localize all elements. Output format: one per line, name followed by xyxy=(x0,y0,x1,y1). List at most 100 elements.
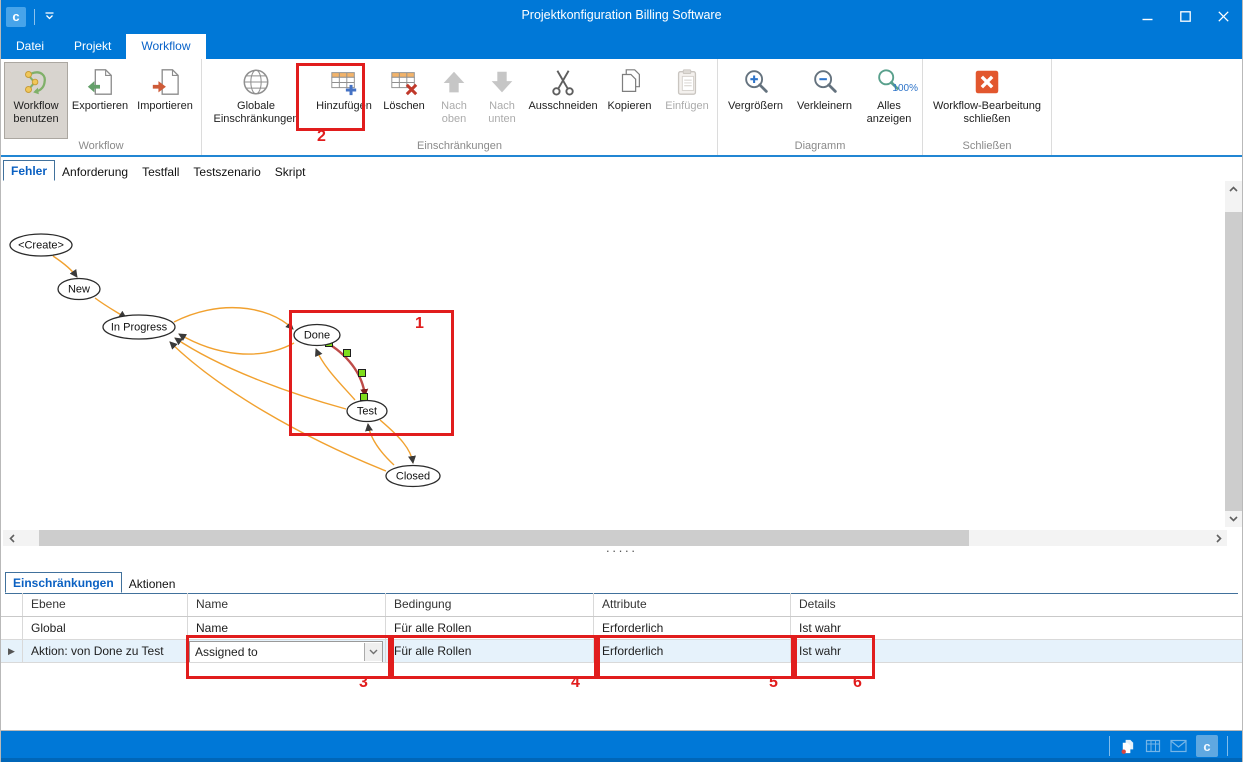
alles-anzeigen-button[interactable]: 100% Alles anzeigen xyxy=(859,62,919,139)
cell-bedingung[interactable]: Für alle Rollen xyxy=(386,617,594,639)
edge-handle[interactable] xyxy=(359,370,366,377)
button-label: Löschen xyxy=(383,100,425,113)
close-workflow-icon xyxy=(971,66,1003,98)
splitter-grip-icon: ····· xyxy=(606,543,638,558)
workflow-benutzen-button[interactable]: Workflow benutzen xyxy=(4,62,68,139)
vertical-scrollbar[interactable] xyxy=(1225,181,1242,527)
kopieren-button[interactable]: Kopieren xyxy=(599,62,660,139)
button-label: Kopieren xyxy=(607,100,651,113)
hinzufuegen-button[interactable]: Hinzufügen xyxy=(311,62,377,139)
add-constraint-icon xyxy=(328,66,360,98)
nach-unten-button[interactable]: Nach unten xyxy=(477,62,527,139)
ausschneiden-button[interactable]: Ausschneiden xyxy=(527,62,599,139)
ribbon-group-einschraenkungen: Globale Einschränkungen Hinzufügen Lösch… xyxy=(201,59,717,155)
delete-constraint-icon xyxy=(388,66,420,98)
move-up-icon xyxy=(438,66,470,98)
cell-bedingung[interactable]: Für alle Rollen xyxy=(386,640,594,662)
zoom-out-icon xyxy=(809,66,841,98)
quick-access-dropdown-icon[interactable] xyxy=(44,12,55,21)
cell-name[interactable]: Name xyxy=(188,617,386,639)
edge-handle[interactable] xyxy=(361,394,368,401)
nach-oben-button[interactable]: Nach oben xyxy=(431,62,477,139)
cell-attribute[interactable]: Erforderlich xyxy=(594,617,791,639)
ribbon-tab-row: Datei Projekt Workflow xyxy=(1,33,1242,59)
tab-workflow[interactable]: Workflow xyxy=(126,34,205,59)
tab-skript[interactable]: Skript xyxy=(268,162,313,181)
divider xyxy=(1227,736,1228,756)
button-label: Verkleinern xyxy=(797,100,852,113)
app-icon[interactable]: c xyxy=(6,7,26,27)
row-selector[interactable] xyxy=(1,617,23,639)
workflow-diagram-canvas[interactable]: <Create>NewIn ProgressDoneTestClosed xyxy=(3,181,1227,530)
mail-status-icon[interactable] xyxy=(1170,739,1187,753)
cell-attribute[interactable]: Erforderlich xyxy=(594,640,791,662)
button-label: Vergrößern xyxy=(728,100,783,113)
title-bar: c Projektkonfiguration Billing Software xyxy=(1,0,1242,33)
column-header-details[interactable]: Details xyxy=(791,593,1242,616)
loeschen-button[interactable]: Löschen xyxy=(377,62,431,139)
scroll-left-icon[interactable] xyxy=(3,530,20,546)
move-down-icon xyxy=(486,66,518,98)
cell-ebene[interactable]: Aktion: von Done zu Test xyxy=(23,640,188,662)
tab-testfall[interactable]: Testfall xyxy=(135,162,186,181)
scroll-right-icon[interactable] xyxy=(1210,530,1227,546)
einfuegen-button[interactable]: Einfügen xyxy=(660,62,714,139)
app-icon-glyph: c xyxy=(12,9,19,24)
column-header-attribute[interactable]: Attribute xyxy=(594,593,791,616)
scroll-up-icon[interactable] xyxy=(1225,181,1242,197)
exportieren-button[interactable]: Exportieren xyxy=(68,62,132,139)
button-label: Workflow benutzen xyxy=(7,100,65,126)
name-combobox[interactable]: Assigned to xyxy=(189,641,383,662)
column-header-ebene[interactable]: Ebene xyxy=(23,593,188,616)
chevron-down-icon[interactable] xyxy=(364,643,382,661)
tab-datei[interactable]: Datei xyxy=(1,34,59,59)
workflow-node-label: Done xyxy=(304,330,330,342)
app-icon-glyph: c xyxy=(1203,739,1210,754)
tab-anforderung[interactable]: Anforderung xyxy=(55,162,135,181)
tab-testszenario[interactable]: Testszenario xyxy=(186,162,267,181)
tab-projekt[interactable]: Projekt xyxy=(59,34,126,59)
tab-fehler[interactable]: Fehler xyxy=(3,160,55,181)
table-row-selected[interactable]: ▶ Aktion: von Done zu Test Assigned to F… xyxy=(1,640,1242,663)
workflow-edge-inprogress-to-done[interactable] xyxy=(174,308,293,329)
vertical-scroll-thumb[interactable] xyxy=(1225,212,1242,511)
scroll-down-icon[interactable] xyxy=(1225,511,1242,527)
tab-einschraenkungen[interactable]: Einschränkungen xyxy=(5,572,122,593)
workflow-edge-new-to-inprogress[interactable] xyxy=(95,298,126,318)
panel-splitter[interactable]: ····· xyxy=(1,546,1242,562)
column-header-bedingung[interactable]: Bedingung xyxy=(386,593,594,616)
window-title: Projektkonfiguration Billing Software xyxy=(1,8,1242,22)
workflow-edge-closed-to-test[interactable] xyxy=(368,424,394,465)
button-label: Workflow-Bearbeitung schließen xyxy=(929,100,1045,126)
cell-details[interactable]: Ist wahr xyxy=(791,617,1242,639)
column-header-name[interactable]: Name xyxy=(188,593,386,616)
tab-aktionen[interactable]: Aktionen xyxy=(122,574,183,593)
verkleinern-button[interactable]: Verkleinern xyxy=(790,62,859,139)
cell-ebene[interactable]: Global xyxy=(23,617,188,639)
horizontal-scroll-thumb[interactable] xyxy=(39,530,969,546)
vergroessern-button[interactable]: Vergrößern xyxy=(721,62,790,139)
workflow-bearbeitung-schliessen-button[interactable]: Workflow-Bearbeitung schließen xyxy=(926,62,1048,139)
app-c-icon[interactable]: c xyxy=(1196,735,1218,757)
cell-details[interactable]: Ist wahr xyxy=(791,640,1242,662)
current-row-marker: ▶ xyxy=(1,640,23,662)
table-row[interactable]: Global Name Für alle Rollen Erforderlich… xyxy=(1,617,1242,640)
edge-handle[interactable] xyxy=(344,350,351,357)
table-status-icon[interactable] xyxy=(1145,738,1161,754)
workflow-node-label: In Progress xyxy=(111,322,168,334)
ribbon: Workflow benutzen Exportieren Importiere… xyxy=(1,59,1242,157)
workflow-edge-create-to-new[interactable] xyxy=(53,256,77,277)
button-label: Alles anzeigen xyxy=(862,100,916,126)
globale-einschraenkungen-button[interactable]: Globale Einschränkungen xyxy=(205,62,307,139)
copy-status-icon[interactable] xyxy=(1119,738,1136,755)
workflow-edge-test-to-inprogress[interactable] xyxy=(175,338,346,409)
button-label: Nach unten xyxy=(480,100,524,126)
maximize-button[interactable] xyxy=(1166,0,1204,33)
ribbon-group-label: Diagramm xyxy=(718,140,922,152)
close-button[interactable] xyxy=(1204,0,1242,33)
cell-name: Assigned to xyxy=(188,640,386,662)
importieren-button[interactable]: Importieren xyxy=(132,62,198,139)
import-icon xyxy=(149,66,181,98)
minimize-button[interactable] xyxy=(1128,0,1166,33)
ribbon-group-label: Schließen xyxy=(923,140,1051,152)
